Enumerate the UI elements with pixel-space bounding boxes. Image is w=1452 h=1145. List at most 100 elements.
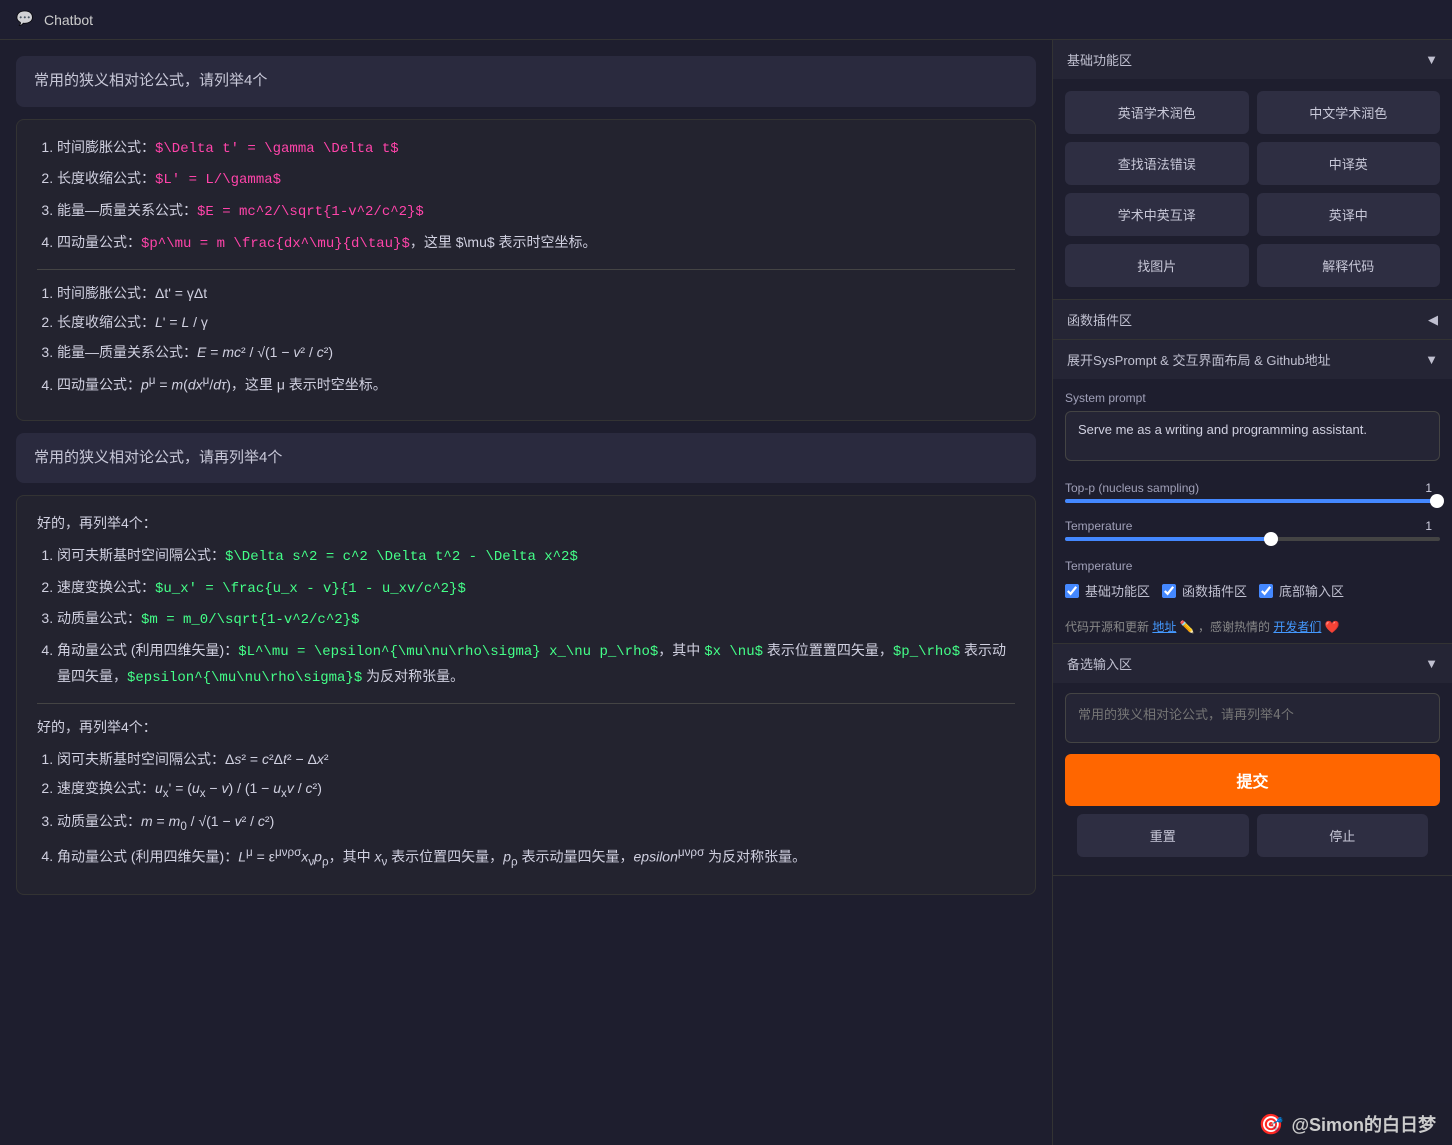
list-item: 角动量公式 (利用四维矢量)：Lμ = εμνρσxνpρ，其中 xν 表示位置…	[57, 843, 1015, 872]
ai-intro: 好的，再列举4个：	[37, 512, 1015, 536]
source-text: 代码开源和更新	[1065, 620, 1149, 634]
list-item: 动质量公式：$m = m_0/\sqrt{1-v^2/c^2}$	[57, 607, 1015, 633]
sysprompt-title: 展开SysPrompt & 交互界面布局 & Github地址	[1067, 350, 1331, 369]
chevron-left-icon: ◀	[1428, 312, 1438, 328]
plugins-header[interactable]: 函数插件区 ◀	[1053, 300, 1452, 339]
formula-1a: $\Delta t' = \gamma \Delta t$	[155, 141, 399, 157]
checkbox-basic-label: 基础功能区	[1085, 581, 1150, 600]
list-item: 时间膨胀公式：$\Delta t' = \gamma \Delta t$	[57, 136, 1015, 162]
user-message-1: 常用的狭义相对论公式，请列举4个	[16, 56, 1036, 107]
ai-response-1: 时间膨胀公式：$\Delta t' = \gamma \Delta t$ 长度收…	[16, 119, 1036, 421]
list-item: 四动量公式：$p^\mu = m \frac{dx^\mu}{d\tau}$，这…	[57, 231, 1015, 257]
func-btn-7[interactable]: 解释代码	[1257, 244, 1441, 287]
topp-value: 1	[1412, 481, 1432, 495]
backup-textarea[interactable]	[1065, 693, 1440, 743]
edit-icon: ✏️	[1180, 620, 1195, 634]
temp-header-row: Temperature 1	[1065, 519, 1440, 533]
func-btn-5[interactable]: 英译中	[1257, 193, 1441, 236]
topp-label: Top-p (nucleus sampling)	[1065, 481, 1245, 495]
ai-response-2: 好的，再列举4个： 闵可夫斯基时空间隔公式：$\Delta s^2 = c^2 …	[16, 495, 1036, 895]
sysprompt-header[interactable]: 展开SysPrompt & 交互界面布局 & Github地址 ▼	[1053, 340, 1452, 379]
func-btn-4[interactable]: 学术中英互译	[1065, 193, 1249, 236]
basic-functions-header[interactable]: 基础功能区 ▼	[1053, 40, 1452, 79]
system-prompt-label: System prompt	[1065, 391, 1440, 405]
source-link[interactable]: 地址	[1152, 620, 1176, 634]
func-btn-6[interactable]: 找图片	[1065, 244, 1249, 287]
topp-slider-fill	[1065, 499, 1440, 503]
right-sidebar: 基础功能区 ▼ 英语学术润色 中文学术润色 查找语法错误 中译英 学术中英互译 …	[1052, 40, 1452, 1145]
main-layout: 常用的狭义相对论公式，请列举4个 时间膨胀公式：$\Delta t' = \ga…	[0, 40, 1452, 1145]
func-btn-2[interactable]: 查找语法错误	[1065, 142, 1249, 185]
temp-label: Temperature	[1065, 519, 1245, 533]
checkbox-basic-input[interactable]	[1065, 584, 1079, 598]
weibo-icon: 🎯	[1259, 1112, 1284, 1137]
backup-input-section: 备选输入区 ▼ 提交 重置 停止	[1053, 644, 1452, 876]
func-btn-0[interactable]: 英语学术润色	[1065, 91, 1249, 134]
func-btn-1[interactable]: 中文学术润色	[1257, 91, 1441, 134]
chevron-down-icon-2: ▼	[1425, 352, 1438, 367]
checkbox-input-input[interactable]	[1259, 584, 1273, 598]
list-item: 角动量公式 (利用四维矢量)：$L^\mu = \epsilon^{\mu\nu…	[57, 639, 1015, 691]
app-title: Chatbot	[44, 12, 93, 28]
contributors-link[interactable]: 开发者们	[1273, 620, 1321, 634]
chevron-down-icon-3: ▼	[1425, 656, 1438, 671]
temp-slider[interactable]	[1065, 537, 1440, 541]
visibility-section: Temperature 基础功能区 函数插件区 底部输入区	[1053, 549, 1452, 610]
list-item: 闵可夫斯基时空间隔公式：Δs² = c²Δt² − Δx²	[57, 748, 1015, 772]
ai-intro-2: 好的，再列举4个：	[37, 716, 1015, 740]
system-prompt-box[interactable]: Serve me as a writing and programming as…	[1065, 411, 1440, 461]
watermark-text: @Simon的白日梦	[1291, 1111, 1436, 1137]
func-btn-3[interactable]: 中译英	[1257, 142, 1441, 185]
list-item: 闵可夫斯基时空间隔公式：$\Delta s^2 = c^2 \Delta t^2…	[57, 544, 1015, 570]
reset-button[interactable]: 重置	[1077, 814, 1249, 857]
watermark: 🎯 @Simon的白日梦	[1243, 1103, 1452, 1145]
backup-content: 提交 重置 停止	[1053, 683, 1452, 875]
topp-slider-track	[1065, 499, 1440, 503]
plugins-title: 函数插件区	[1067, 310, 1132, 329]
user-message-2: 常用的狭义相对论公式，请再列举4个	[16, 433, 1036, 484]
formula-2b: $u_x' = \frac{u_x - v}{1 - u_xv/c^2}$	[155, 581, 466, 597]
plugins-section: 函数插件区 ◀	[1053, 300, 1452, 340]
topp-param-section: Top-p (nucleus sampling) 1	[1053, 473, 1452, 511]
checkbox-input[interactable]: 底部输入区	[1259, 581, 1344, 600]
list-item: 四动量公式：pμ = m(dxμ/dτ)，这里 μ 表示时空坐标。	[57, 371, 1015, 397]
list-item: 速度变换公式：$u_x' = \frac{u_x - v}{1 - u_xv/c…	[57, 576, 1015, 602]
temp-slider-fill	[1065, 537, 1271, 541]
formula-1c: $E = mc^2/\sqrt{1-v^2/c^2}$	[197, 204, 424, 220]
source-link-row: 代码开源和更新 地址 ✏️ ，感谢热情的 开发者们 ❤️	[1053, 610, 1452, 643]
visibility-label: Temperature	[1065, 559, 1440, 573]
app-header: 💬 Chatbot	[0, 0, 1452, 40]
basic-functions-section: 基础功能区 ▼ 英语学术润色 中文学术润色 查找语法错误 中译英 学术中英互译 …	[1053, 40, 1452, 300]
submit-button[interactable]: 提交	[1065, 754, 1440, 806]
chat-area: 常用的狭义相对论公式，请列举4个 时间膨胀公式：$\Delta t' = \ga…	[0, 40, 1052, 1145]
backup-input-header[interactable]: 备选输入区 ▼	[1053, 644, 1452, 683]
list-item: 能量—质量关系公式：E = mc² / √(1 − v² / c²)	[57, 341, 1015, 365]
list-item: 长度收缩公式：L' = L / γ	[57, 311, 1015, 335]
checkbox-plugins[interactable]: 函数插件区	[1162, 581, 1247, 600]
list-item: 时间膨胀公式：Δt' = γΔt	[57, 282, 1015, 306]
backup-input-title: 备选输入区	[1067, 654, 1132, 673]
chatbot-icon: 💬	[16, 10, 36, 30]
topp-header-row: Top-p (nucleus sampling) 1	[1065, 481, 1440, 495]
list-item: 动质量公式：m = m0 / √(1 − v² / c²)	[57, 810, 1015, 837]
bottom-buttons-row: 重置 停止	[1065, 806, 1440, 865]
formula-2d: $L^\mu = \epsilon^{\mu\nu\rho\sigma} x_\…	[238, 644, 658, 660]
checkbox-basic[interactable]: 基础功能区	[1065, 581, 1150, 600]
checkbox-input-label: 底部输入区	[1279, 581, 1344, 600]
checkbox-plugins-input[interactable]	[1162, 584, 1176, 598]
stop-button[interactable]: 停止	[1257, 814, 1429, 857]
chevron-down-icon: ▼	[1425, 52, 1438, 67]
function-buttons-grid: 英语学术润色 中文学术润色 查找语法错误 中译英 学术中英互译 英译中 找图片 …	[1053, 79, 1452, 299]
temp-value: 1	[1412, 519, 1432, 533]
formula-1d: $p^\mu = m \frac{dx^\mu}{d\tau}$	[141, 236, 410, 252]
temp-slider-thumb[interactable]	[1264, 532, 1278, 546]
checkboxes-row: 基础功能区 函数插件区 底部输入区	[1065, 581, 1440, 600]
list-item: 能量—质量关系公式：$E = mc^2/\sqrt{1-v^2/c^2}$	[57, 199, 1015, 225]
formula-2c: $m = m_0/\sqrt{1-v^2/c^2}$	[141, 612, 359, 628]
sysprompt-content: System prompt Serve me as a writing and …	[1053, 379, 1452, 473]
temp-param-section: Temperature 1	[1053, 511, 1452, 549]
topp-slider-thumb[interactable]	[1430, 494, 1444, 508]
topp-slider[interactable]	[1065, 499, 1440, 503]
formula-2a: $\Delta s^2 = c^2 \Delta t^2 - \Delta x^…	[225, 549, 578, 565]
formula-1b: $L' = L/\gamma$	[155, 172, 281, 188]
